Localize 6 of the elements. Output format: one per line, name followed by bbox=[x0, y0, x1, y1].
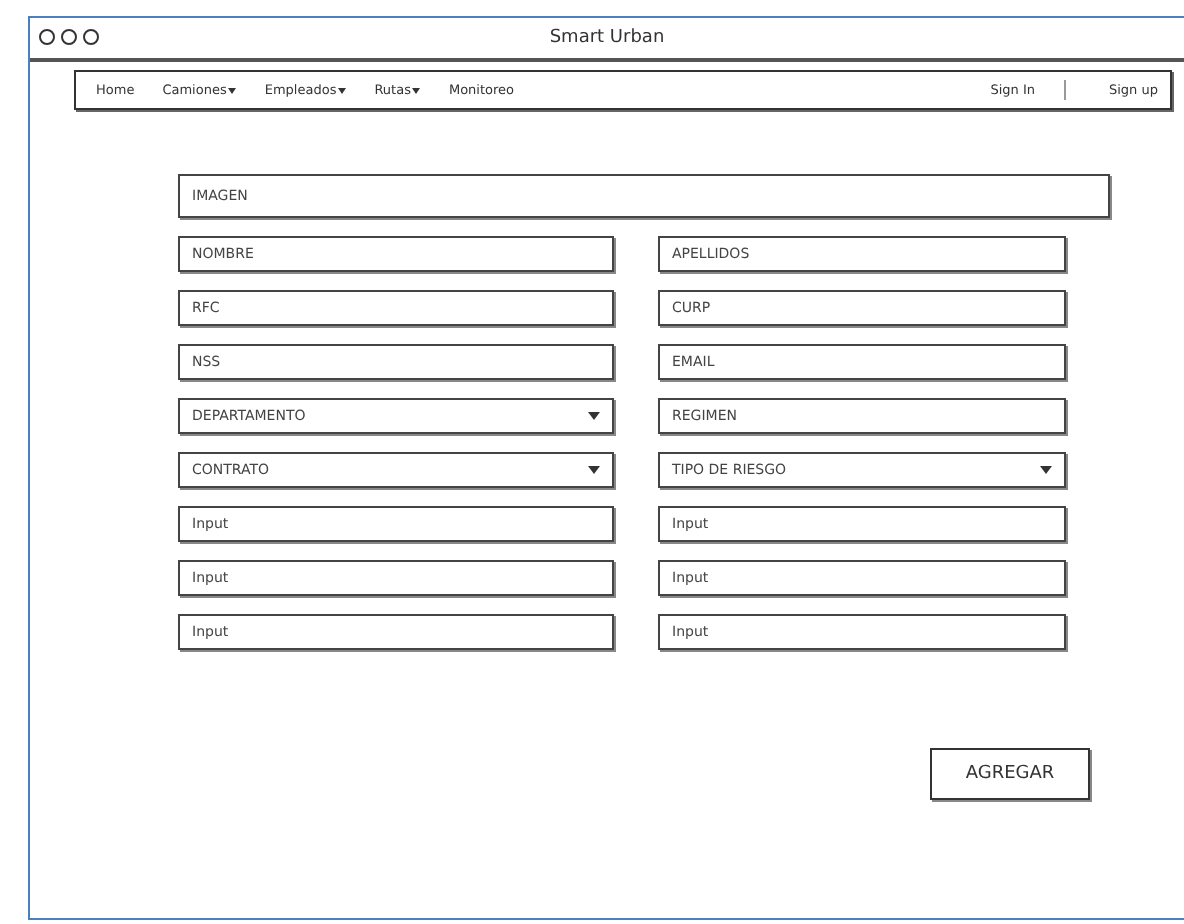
window-title: Smart Urban bbox=[549, 28, 665, 48]
window-controls-icon[interactable] bbox=[38, 28, 102, 46]
caret-icon bbox=[1040, 466, 1052, 474]
submit-button[interactable]: AGREGAR bbox=[930, 748, 1090, 800]
caret-icon bbox=[588, 466, 600, 474]
caret-icon bbox=[588, 412, 600, 420]
